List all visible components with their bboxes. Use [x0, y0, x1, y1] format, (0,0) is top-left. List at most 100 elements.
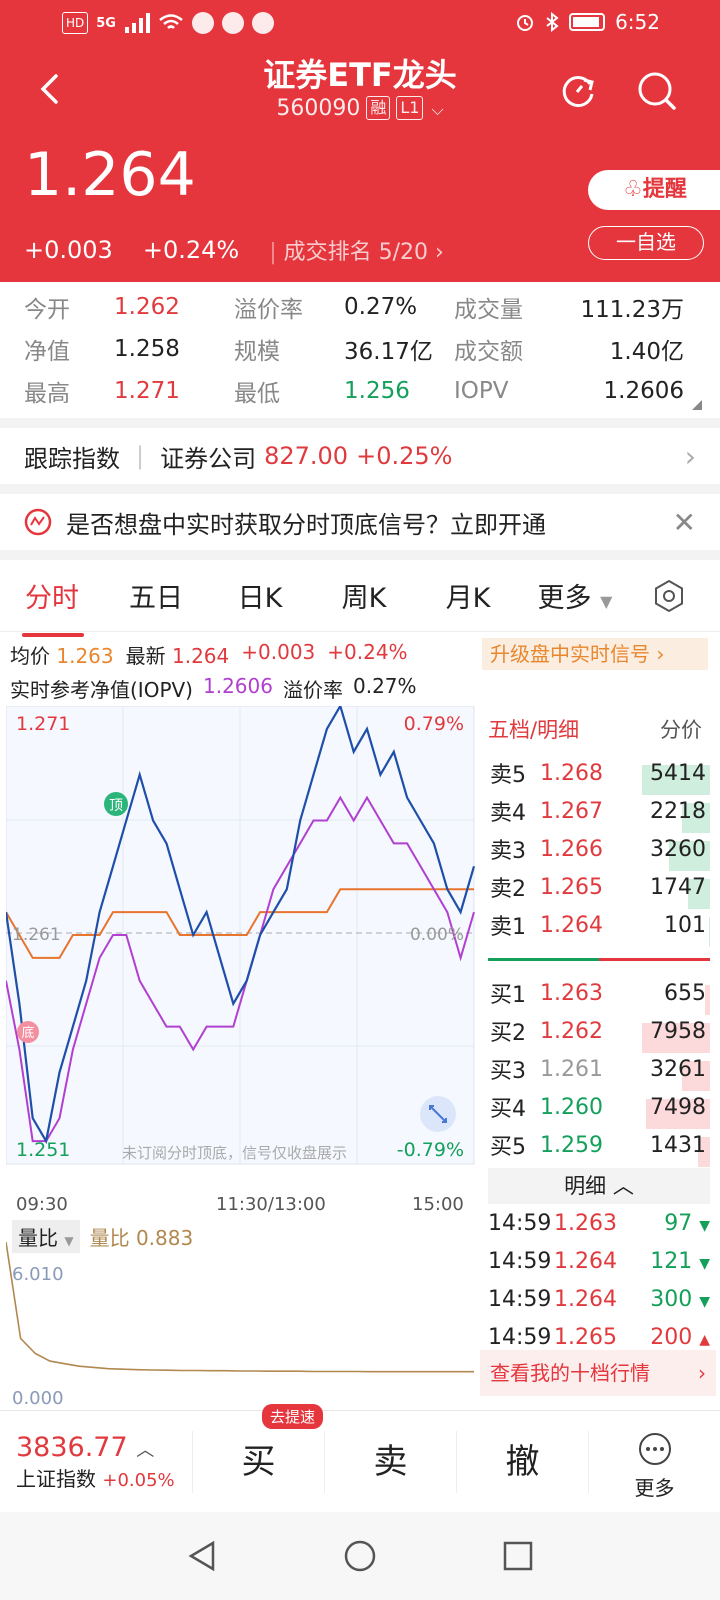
- orderbook-row[interactable]: 买3 1.261 3261: [488, 1050, 710, 1091]
- level-label: 卖3: [490, 839, 526, 864]
- level-volume: 2218: [630, 799, 710, 833]
- tab-five-day[interactable]: 五日: [104, 576, 208, 615]
- trade-price: 1.264: [554, 1286, 617, 1312]
- trade-row: 14:59 1.264 300 ▼: [488, 1280, 710, 1318]
- tracking-label: 跟踪指数: [24, 444, 120, 473]
- level-label: 买5: [490, 1135, 526, 1160]
- tab-more[interactable]: 更多 ▼: [520, 576, 630, 615]
- stat-value: 1.2606: [603, 378, 684, 404]
- nav-recents-icon[interactable]: [501, 1539, 535, 1573]
- orderbook-separator: [488, 954, 710, 964]
- tracking-index-row[interactable]: 跟踪指数 | 证券公司 827.00 +0.25% ›: [0, 428, 720, 484]
- bottom-signal-label: 底: [21, 1025, 34, 1041]
- nav-home-icon[interactable]: [343, 1539, 377, 1573]
- add-watchlist-button[interactable]: 一自选: [588, 226, 704, 260]
- volume-rank[interactable]: | 成交排名 5/20 ›: [269, 234, 444, 266]
- volume-value: 1431: [650, 1132, 706, 1158]
- alert-button[interactable]: ♧提醒: [588, 170, 720, 210]
- intraday-chart-svg: 1.271 1.251 0.79% -0.79% 1.261 0.00% 未订阅…: [4, 703, 476, 1165]
- tab-intraday[interactable]: 分时: [0, 576, 104, 637]
- buy-button[interactable]: 买: [192, 1430, 324, 1493]
- chart-low-pct: -0.79%: [397, 1139, 464, 1161]
- clock: 6:52: [615, 10, 660, 34]
- time-label-mid: 11:30/13:00: [216, 1194, 326, 1215]
- stat-label: 最低: [234, 381, 280, 407]
- chevron-down-icon[interactable]: ⌵: [431, 100, 443, 119]
- orderbook-row[interactable]: 买4 1.260 7498: [488, 1088, 710, 1129]
- orderbook-row[interactable]: 卖4 1.267 2218: [488, 792, 710, 833]
- stat-label: IOPV: [454, 378, 509, 404]
- speed-up-badge[interactable]: 去提速: [262, 1404, 324, 1429]
- level-volume: 7498: [630, 1095, 710, 1129]
- search-icon[interactable]: [636, 70, 678, 112]
- tab-daily-k[interactable]: 日K: [208, 576, 312, 615]
- time-label-open: 09:30: [16, 1194, 68, 1215]
- sell-button[interactable]: 卖: [324, 1430, 456, 1493]
- margin-tag: 融: [366, 96, 391, 120]
- volume-ratio-chart[interactable]: 量比 ▼ 量比 0.883 6.010 0.000: [5, 1220, 476, 1410]
- level-price: 1.263: [540, 980, 603, 1006]
- detail-toggle[interactable]: 明细 ︿: [488, 1168, 710, 1204]
- chevron-right-icon: ›: [684, 439, 696, 473]
- level-label: 买2: [490, 1021, 526, 1046]
- stat-value: 1.40亿: [609, 339, 684, 365]
- level-volume: 3260: [630, 837, 710, 871]
- signal-banner[interactable]: 是否想盘中实时获取分时顶底信号？立即开通 ✕: [0, 494, 720, 550]
- orderbook-row[interactable]: 买1 1.263 655: [488, 974, 710, 1015]
- expand-icon[interactable]: [692, 400, 702, 410]
- banner-text: 是否想盘中实时获取分时顶底信号？立即开通: [66, 510, 546, 539]
- chevron-up-icon: ︿: [136, 1439, 155, 1461]
- orderbook-row[interactable]: 卖2 1.265 1747: [488, 868, 710, 909]
- orderbook-row[interactable]: 卖3 1.266 3260: [488, 830, 710, 871]
- orderbook-row[interactable]: 买2 1.262 7958: [488, 1012, 710, 1053]
- vol-max-label: 6.010: [12, 1264, 64, 1285]
- level-volume: 3261: [630, 1057, 710, 1091]
- more-button[interactable]: 更多: [588, 1430, 720, 1500]
- chart-high-label: 1.271: [16, 713, 70, 735]
- signal-icon: 5G: [96, 15, 116, 31]
- tab-monthly-k[interactable]: 月K: [416, 576, 520, 615]
- settings-icon[interactable]: [652, 579, 686, 613]
- close-icon[interactable]: ✕: [673, 506, 696, 539]
- more-icon: [638, 1432, 671, 1465]
- detail-label: 明细: [564, 1174, 607, 1198]
- price-change-pct: +0.24%: [142, 236, 240, 264]
- upgrade-signal-button[interactable]: 升级盘中实时信号 ›: [482, 638, 708, 670]
- indicator-select[interactable]: 量比 ▼: [12, 1220, 80, 1253]
- orderbook-row[interactable]: 卖1 1.264 101: [488, 906, 710, 947]
- orderbook-tab[interactable]: 五档/明细: [488, 714, 579, 750]
- tracking-index-value: 827.00: [264, 442, 349, 470]
- current-price: 1.264: [24, 140, 196, 210]
- info-line-2: 实时参考净值(IOPV) 1.2606 溢价率 0.27%: [10, 674, 417, 703]
- index-change: +0.05%: [102, 1469, 175, 1491]
- volume-value: 5414: [650, 760, 706, 786]
- vol-min-label: 0.000: [12, 1388, 64, 1409]
- trade-volume: 97: [664, 1210, 693, 1236]
- view-ten-levels-button[interactable]: 查看我的十档行情 ›: [480, 1350, 716, 1396]
- nav-back-icon[interactable]: [185, 1539, 219, 1573]
- intraday-chart[interactable]: 1.271 1.251 0.79% -0.79% 1.261 0.00% 未订阅…: [4, 703, 476, 1190]
- divider: [0, 484, 720, 494]
- stat-label: 最高: [24, 381, 70, 407]
- index-widget[interactable]: 3836.77 ︿ 上证指数 +0.05%: [0, 1432, 192, 1492]
- trade-row: 14:59 1.263 97 ▼: [488, 1204, 710, 1242]
- orderbook-row[interactable]: 卖5 1.268 5414: [488, 754, 710, 795]
- ratio-label: 量比: [89, 1226, 130, 1250]
- stat-label: 成交量: [454, 297, 523, 323]
- cancel-order-button[interactable]: 撤: [456, 1430, 588, 1493]
- change-row: +0.003 +0.24% | 成交排名 5/20 ›: [24, 234, 444, 266]
- stats-panel: 今开 1.262 溢价率 0.27% 成交量 111.23万 净值 1.258 规模 36.17亿…: [0, 282, 720, 418]
- system-nav-bar: [0, 1512, 720, 1600]
- index-name: 上证指数: [16, 1466, 96, 1491]
- bluetooth-icon: [546, 12, 559, 32]
- latest-change: +0.003: [241, 640, 316, 664]
- tab-weekly-k[interactable]: 周K: [312, 576, 416, 615]
- security-code-row[interactable]: 560090 融 L1 ⌵: [0, 96, 720, 121]
- price-dist-tab[interactable]: 分价: [660, 714, 702, 750]
- stat-label: 净值: [24, 339, 70, 365]
- level-price: 1.260: [540, 1094, 603, 1120]
- index-value: 3836.77: [16, 1431, 128, 1463]
- stat-value: 1.256: [344, 378, 410, 404]
- orderbook-row[interactable]: 买5 1.259 1431: [488, 1126, 710, 1167]
- refresh-icon[interactable]: [558, 72, 598, 112]
